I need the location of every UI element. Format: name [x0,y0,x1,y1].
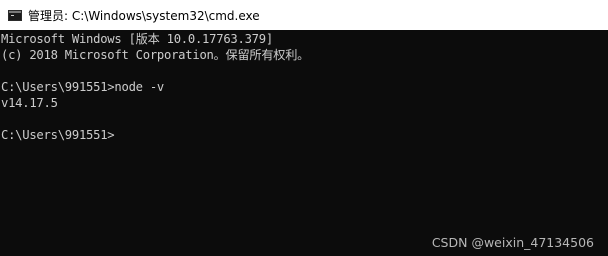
console-line-copyright: (c) 2018 Microsoft Corporation。保留所有权利。 [1,48,310,62]
console-line-output: v14.17.5 [1,96,58,110]
console-line-command: C:\Users\991551>node -v [1,80,165,94]
watermark-text: CSDN @weixin_47134506 [431,235,594,250]
title-bar[interactable]: 管理员: C:\Windows\system32\cmd.exe [0,0,608,30]
cmd-window: 管理员: C:\Windows\system32\cmd.exe Microso… [0,0,608,256]
console-output-area[interactable]: Microsoft Windows [版本 10.0.17763.379] (c… [0,30,608,256]
console-line-version: Microsoft Windows [版本 10.0.17763.379] [1,32,273,46]
window-title: 管理员: C:\Windows\system32\cmd.exe [28,8,260,23]
cmd-console-icon [8,9,22,21]
console-prompt[interactable]: C:\Users\991551> [1,127,608,143]
